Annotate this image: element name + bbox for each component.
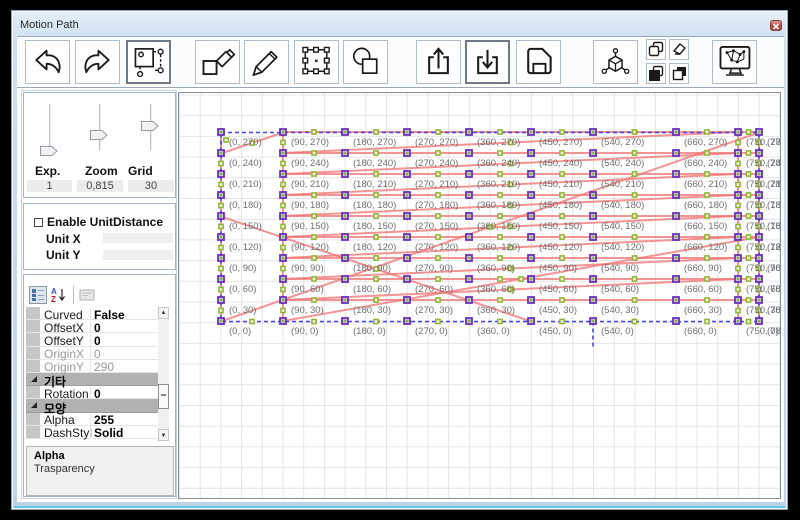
svg-text:(0, 270): (0, 270) xyxy=(229,137,262,148)
svg-text:(180, 90): (180, 90) xyxy=(353,263,391,274)
svg-text:(270, 210): (270, 210) xyxy=(415,179,458,190)
svg-text:(270, 90): (270, 90) xyxy=(415,263,453,274)
svg-text:(90, 60): (90, 60) xyxy=(291,284,324,295)
svg-text:(660, 30): (660, 30) xyxy=(684,305,722,316)
svg-text:(450, 150): (450, 150) xyxy=(539,221,582,232)
svg-text:(450, 210): (450, 210) xyxy=(539,179,582,190)
svg-text:(360, 90): (360, 90) xyxy=(477,263,515,274)
svg-text:(660, 210): (660, 210) xyxy=(684,179,727,190)
svg-text:(660, 120): (660, 120) xyxy=(684,242,727,253)
svg-text:(660, 240): (660, 240) xyxy=(684,158,727,169)
svg-text:(270, 0): (270, 0) xyxy=(415,326,448,337)
svg-text:(180, 210): (180, 210) xyxy=(353,179,396,190)
svg-text:(0, 90): (0, 90) xyxy=(229,263,256,274)
svg-text:(660, 150): (660, 150) xyxy=(684,221,727,232)
svg-text:(540, 60): (540, 60) xyxy=(601,284,639,295)
svg-text:(540, 180): (540, 180) xyxy=(601,200,644,211)
svg-text:(360, 150): (360, 150) xyxy=(477,221,520,232)
svg-text:(90, 240): (90, 240) xyxy=(291,158,329,169)
svg-text:(450, 60): (450, 60) xyxy=(539,284,577,295)
svg-text:(0, 30): (0, 30) xyxy=(229,305,256,316)
svg-text:(360, 0): (360, 0) xyxy=(477,326,510,337)
svg-text:(660, 90): (660, 90) xyxy=(684,263,722,274)
svg-text:(90, 180): (90, 180) xyxy=(291,200,329,211)
svg-text:(0, 60): (0, 60) xyxy=(229,284,256,295)
svg-text:(90, 90): (90, 90) xyxy=(291,263,324,274)
svg-text:(270, 270): (270, 270) xyxy=(415,137,458,148)
svg-text:(780, 180): (780, 180) xyxy=(767,200,781,211)
svg-text:(270, 150): (270, 150) xyxy=(415,221,458,232)
svg-text:(540, 270): (540, 270) xyxy=(601,137,644,148)
svg-text:(270, 60): (270, 60) xyxy=(415,284,453,295)
svg-text:(0, 180): (0, 180) xyxy=(229,200,262,211)
svg-text:(780, 90): (780, 90) xyxy=(767,263,781,274)
svg-text:(180, 150): (180, 150) xyxy=(353,221,396,232)
svg-text:(270, 30): (270, 30) xyxy=(415,305,453,316)
svg-text:(450, 270): (450, 270) xyxy=(539,137,582,148)
svg-text:(660, 0): (660, 0) xyxy=(684,326,717,337)
svg-text:(0, 0): (0, 0) xyxy=(229,326,251,337)
svg-text:(180, 120): (180, 120) xyxy=(353,242,396,253)
svg-text:(540, 0): (540, 0) xyxy=(601,326,634,337)
svg-text:(780, 270): (780, 270) xyxy=(767,137,781,148)
svg-text:(360, 30): (360, 30) xyxy=(477,305,515,316)
svg-text:(450, 30): (450, 30) xyxy=(539,305,577,316)
svg-text:(660, 270): (660, 270) xyxy=(684,137,727,148)
svg-text:(780, 240): (780, 240) xyxy=(767,158,781,169)
svg-text:(90, 30): (90, 30) xyxy=(291,305,324,316)
svg-text:(180, 270): (180, 270) xyxy=(353,137,396,148)
svg-text:(180, 180): (180, 180) xyxy=(353,200,396,211)
svg-text:(360, 270): (360, 270) xyxy=(477,137,520,148)
svg-text:(180, 0): (180, 0) xyxy=(353,326,386,337)
svg-text:(540, 150): (540, 150) xyxy=(601,221,644,232)
svg-text:(360, 240): (360, 240) xyxy=(477,158,520,169)
svg-text:(450, 180): (450, 180) xyxy=(539,200,582,211)
svg-text:(0, 120): (0, 120) xyxy=(229,242,262,253)
svg-text:(360, 120): (360, 120) xyxy=(477,242,520,253)
svg-text:(180, 60): (180, 60) xyxy=(353,284,391,295)
svg-text:(270, 120): (270, 120) xyxy=(415,242,458,253)
svg-text:(90, 270): (90, 270) xyxy=(291,137,329,148)
svg-text:(360, 60): (360, 60) xyxy=(477,284,515,295)
svg-text:(0, 150): (0, 150) xyxy=(229,221,262,232)
svg-text:(90, 0): (90, 0) xyxy=(291,326,318,337)
svg-text:(540, 90): (540, 90) xyxy=(601,263,639,274)
svg-text:(450, 240): (450, 240) xyxy=(539,158,582,169)
svg-text:(450, 120): (450, 120) xyxy=(539,242,582,253)
svg-text:(90, 120): (90, 120) xyxy=(291,242,329,253)
svg-text:(0, 210): (0, 210) xyxy=(229,179,262,190)
svg-text:(270, 240): (270, 240) xyxy=(415,158,458,169)
svg-text:(780, 150): (780, 150) xyxy=(767,221,781,232)
svg-text:(780, 60): (780, 60) xyxy=(767,284,781,295)
svg-text:(780, 210): (780, 210) xyxy=(767,179,781,190)
svg-text:(360, 180): (360, 180) xyxy=(477,200,520,211)
svg-text:(180, 240): (180, 240) xyxy=(353,158,396,169)
svg-text:(660, 180): (660, 180) xyxy=(684,200,727,211)
svg-text:(540, 120): (540, 120) xyxy=(601,242,644,253)
svg-text:(0, 240): (0, 240) xyxy=(229,158,262,169)
svg-text:(450, 90): (450, 90) xyxy=(539,263,577,274)
svg-text:(90, 210): (90, 210) xyxy=(291,179,329,190)
svg-text:(90, 150): (90, 150) xyxy=(291,221,329,232)
svg-text:(540, 240): (540, 240) xyxy=(601,158,644,169)
svg-text:(780, 120): (780, 120) xyxy=(767,242,781,253)
svg-text:(360, 210): (360, 210) xyxy=(477,179,520,190)
svg-text:Z: Z xyxy=(51,295,56,303)
svg-text:(660, 60): (660, 60) xyxy=(684,284,722,295)
svg-text:(270, 180): (270, 180) xyxy=(415,200,458,211)
svg-text:(450, 0): (450, 0) xyxy=(539,326,572,337)
svg-text:(180, 30): (180, 30) xyxy=(353,305,391,316)
svg-text:(780, 0): (780, 0) xyxy=(767,326,781,337)
svg-text:(540, 30): (540, 30) xyxy=(601,305,639,316)
svg-text:(780, 30): (780, 30) xyxy=(767,305,781,316)
svg-text:(540, 210): (540, 210) xyxy=(601,179,644,190)
